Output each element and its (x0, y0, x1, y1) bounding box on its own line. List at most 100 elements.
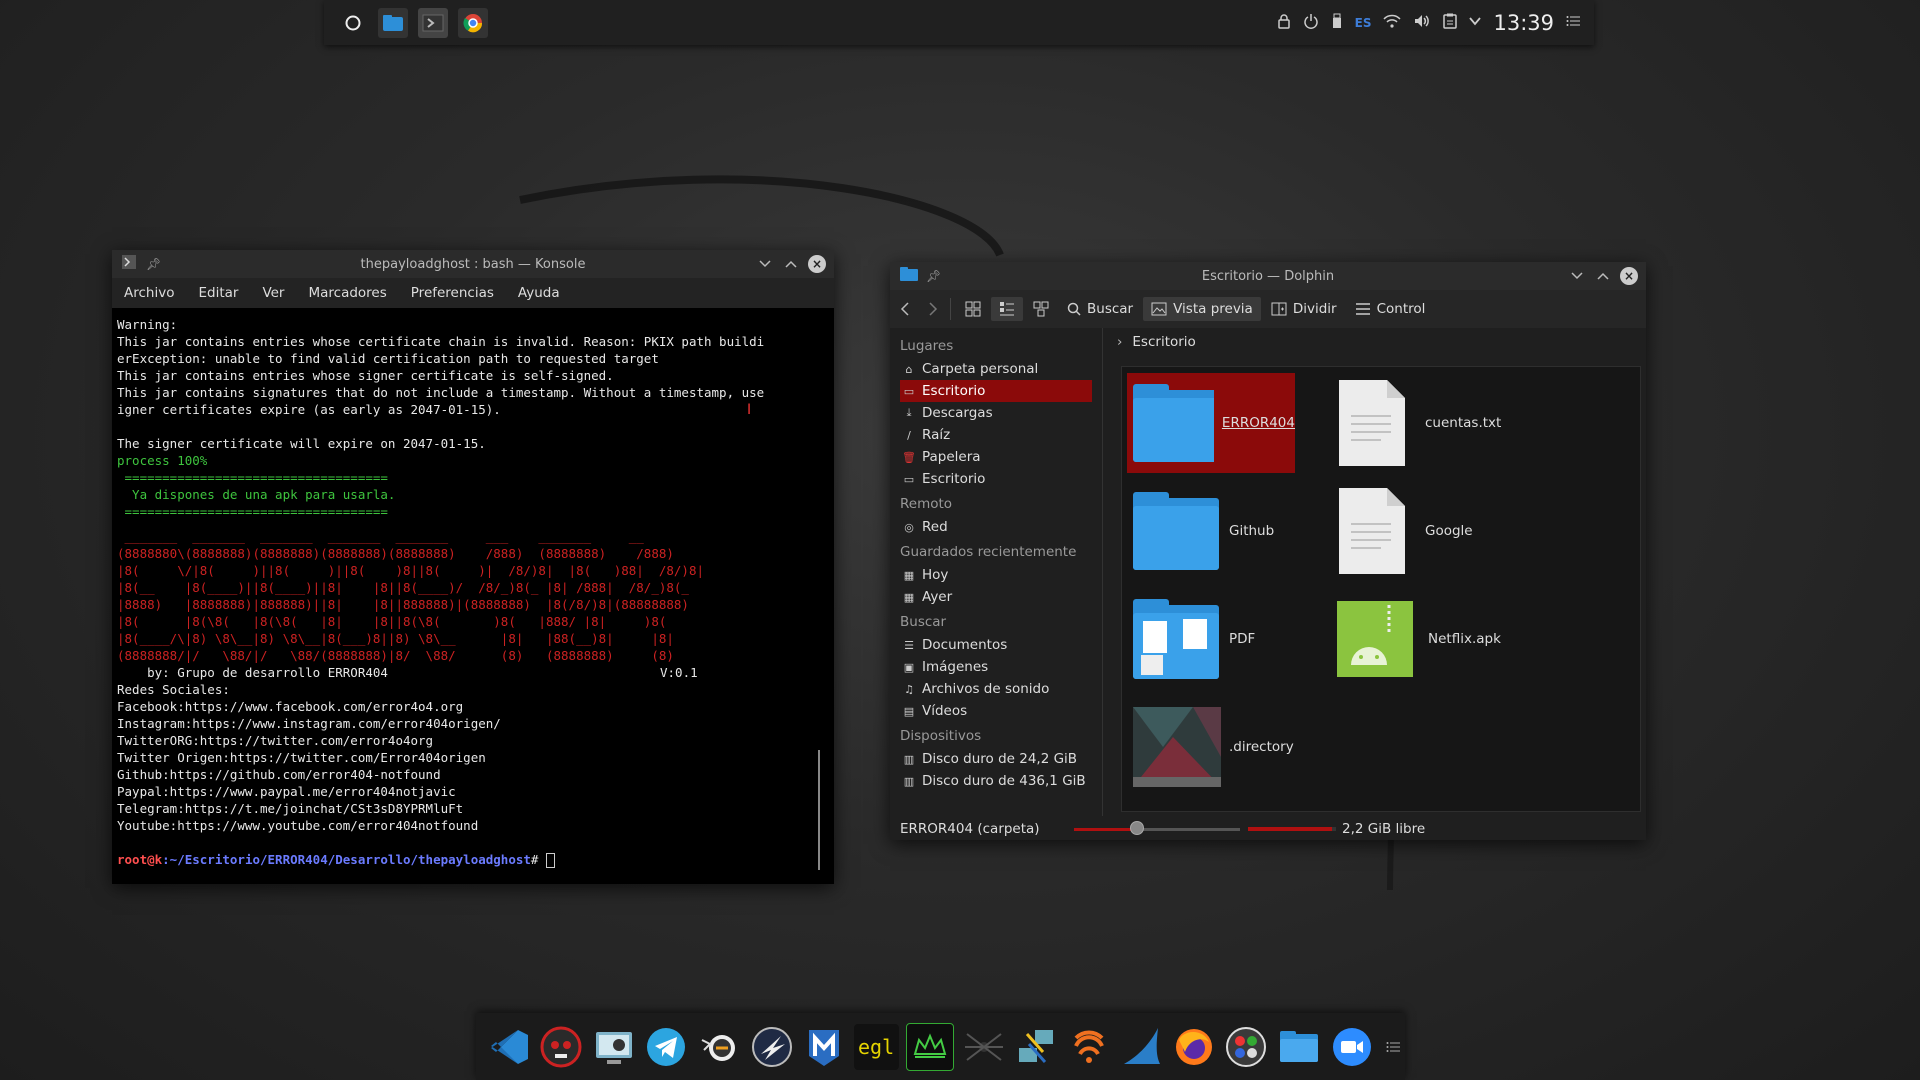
burpsuite-icon[interactable] (1066, 1024, 1112, 1070)
vscode-icon[interactable] (486, 1024, 532, 1070)
wifi-icon[interactable] (1383, 14, 1402, 32)
terminal-ascii-icon[interactable]: egl (853, 1023, 900, 1070)
pin-icon[interactable]: 📌︎ (926, 269, 941, 283)
konsole-titlebar[interactable]: 📌︎ thepayloadghost : bash — Konsole × (112, 250, 834, 278)
app-launcher-icon[interactable] (338, 8, 368, 38)
minimize-button[interactable] (756, 255, 774, 273)
color-picker-icon[interactable] (1224, 1024, 1270, 1070)
dolphin-titlebar[interactable]: 📌︎ Escritorio — Dolphin × (890, 262, 1646, 290)
green-crown-icon[interactable] (906, 1022, 954, 1071)
file-name-github: Github (1229, 523, 1275, 539)
spider-icon[interactable] (961, 1024, 1007, 1070)
place-home[interactable]: ⌂ Carpeta personal (890, 358, 1102, 380)
chrome-icon[interactable] (458, 7, 488, 38)
home-icon: ⌂ (905, 362, 913, 376)
power-icon[interactable] (1303, 13, 1319, 33)
selection-status: ERROR404 (carpeta) (900, 821, 1040, 837)
minimize-button[interactable] (1568, 267, 1586, 285)
search-documents[interactable]: ☰ Documentos (890, 634, 1102, 656)
remote-header: Remoto (900, 496, 953, 512)
place-desktop[interactable]: ▭ Escritorio (900, 380, 1092, 402)
search-videos[interactable]: ▤ Vídeos (890, 700, 1102, 722)
terminal-output[interactable]: Warning: This jar contains entries whose… (112, 308, 834, 884)
file-item-github[interactable]: Github (1127, 481, 1295, 581)
terminal-icon[interactable] (418, 7, 448, 38)
recent-yesterday-label: Ayer (922, 589, 953, 605)
disk-usage-bar (1248, 827, 1336, 831)
prompt-line[interactable]: root@k:~/Escritorio/ERROR404/Desarrollo/… (117, 851, 829, 868)
network-icon: ◎ (904, 520, 914, 534)
zoom-slider[interactable] (1074, 821, 1240, 836)
places-panel: Lugares ⌂ Carpeta personal ▭ Escritorio ⤓ D… (890, 328, 1103, 816)
recent-today-label: Hoy (922, 567, 949, 583)
menu-editar[interactable]: Editar (186, 285, 250, 301)
preview-button[interactable]: Vista previa (1143, 297, 1261, 321)
firefox-icon[interactable] (1171, 1024, 1217, 1070)
menu-icon[interactable] (1566, 15, 1580, 31)
place-network[interactable]: ◎ Red (890, 516, 1102, 538)
menu-preferencias[interactable]: Preferencias (399, 285, 506, 301)
search-images[interactable]: ▣ Imágenes (890, 656, 1102, 678)
dock-menu-icon[interactable] (1381, 1024, 1405, 1070)
search-button[interactable]: Buscar (1059, 297, 1141, 321)
device-disk-2[interactable]: ▥ Disco duro de 436,1 GiB (890, 770, 1102, 792)
device-disk-1[interactable]: ▥ Disco duro de 24,2 GiB (890, 748, 1102, 770)
menu-ayuda[interactable]: Ayuda (506, 285, 572, 301)
zoom-slider-handle[interactable] (1130, 821, 1145, 835)
clock[interactable]: 13:39 (1493, 11, 1554, 35)
file-item-error404[interactable]: ERROR404 (1127, 373, 1295, 473)
menu-archivo[interactable]: Archivo (112, 285, 186, 301)
telegram-icon[interactable] (644, 1024, 690, 1070)
back-button[interactable] (892, 297, 918, 321)
compact-view-button[interactable] (991, 297, 1023, 321)
usb-icon[interactable] (1331, 13, 1343, 33)
recent-yesterday[interactable]: ▦ Ayer (890, 586, 1102, 608)
place-downloads[interactable]: ⤓ Descargas (890, 402, 1102, 424)
file-item-pdf[interactable]: PDF (1127, 589, 1295, 689)
file-manager-icon[interactable] (1276, 1024, 1322, 1070)
icons-view-button[interactable] (957, 297, 989, 321)
file-name-netflix: Netflix.apk (1428, 631, 1501, 647)
screenshot-icon[interactable] (591, 1024, 637, 1070)
details-view-button[interactable] (1025, 297, 1057, 321)
maximize-button[interactable] (1594, 267, 1612, 285)
chevron-down-icon[interactable] (1469, 15, 1482, 30)
search-header: Buscar (900, 614, 947, 630)
search-audio[interactable]: ♫ Archivos de sonido (890, 678, 1102, 700)
close-button[interactable]: × (808, 255, 826, 273)
place-root[interactable]: / Raíz (890, 424, 1102, 446)
recent-today[interactable]: ▦ Hoy (890, 564, 1102, 586)
split-button[interactable]: Dividir (1263, 297, 1345, 321)
place-desktop-2[interactable]: ▭ Escritorio (890, 468, 1102, 490)
clipboard-icon[interactable] (1443, 13, 1458, 33)
lock-icon[interactable] (1277, 13, 1291, 33)
network-transfer-icon[interactable] (1013, 1024, 1059, 1070)
file-view-area: › Escritorio ERROR404 cuentas.txt Github (1103, 328, 1646, 816)
forward-button[interactable] (920, 297, 946, 321)
menu-ver[interactable]: Ver (250, 285, 296, 301)
terminal-scrollbar[interactable] (818, 750, 820, 870)
volume-icon[interactable] (1413, 13, 1431, 33)
chevron-right-icon[interactable]: › (1117, 334, 1122, 350)
close-button[interactable]: × (1620, 267, 1638, 285)
zenmap-icon[interactable] (749, 1024, 795, 1070)
breadcrumb-item[interactable]: Escritorio (1132, 334, 1195, 350)
search-audio-label: Archivos de sonido (922, 681, 1050, 697)
file-item-cuentas[interactable]: cuentas.txt (1337, 373, 1617, 473)
keyboard-layout-indicator[interactable]: ES (1355, 16, 1372, 30)
place-trash[interactable]: 🗑︎ Papelera (890, 446, 1102, 468)
file-manager-icon[interactable] (378, 7, 408, 38)
maltego-icon[interactable] (801, 1024, 847, 1070)
file-item-directory[interactable]: .directory (1127, 697, 1295, 797)
maximize-button[interactable] (782, 255, 800, 273)
zoom-icon[interactable] (1329, 1024, 1375, 1070)
menu-marcadores[interactable]: Marcadores (296, 285, 398, 301)
wireshark-fin-icon[interactable] (1119, 1024, 1165, 1070)
metasploit-skull-icon[interactable] (539, 1024, 585, 1070)
bird-tool-icon[interactable] (696, 1024, 742, 1070)
ascii-banner: _______ _______ _______ _______ _______ … (117, 529, 704, 663)
file-item-netflix[interactable]: Netflix.apk (1337, 589, 1617, 689)
pin-icon[interactable]: 📌︎ (146, 257, 161, 271)
control-menu-button[interactable]: Control (1347, 297, 1434, 321)
file-item-google[interactable]: Google (1337, 481, 1617, 581)
